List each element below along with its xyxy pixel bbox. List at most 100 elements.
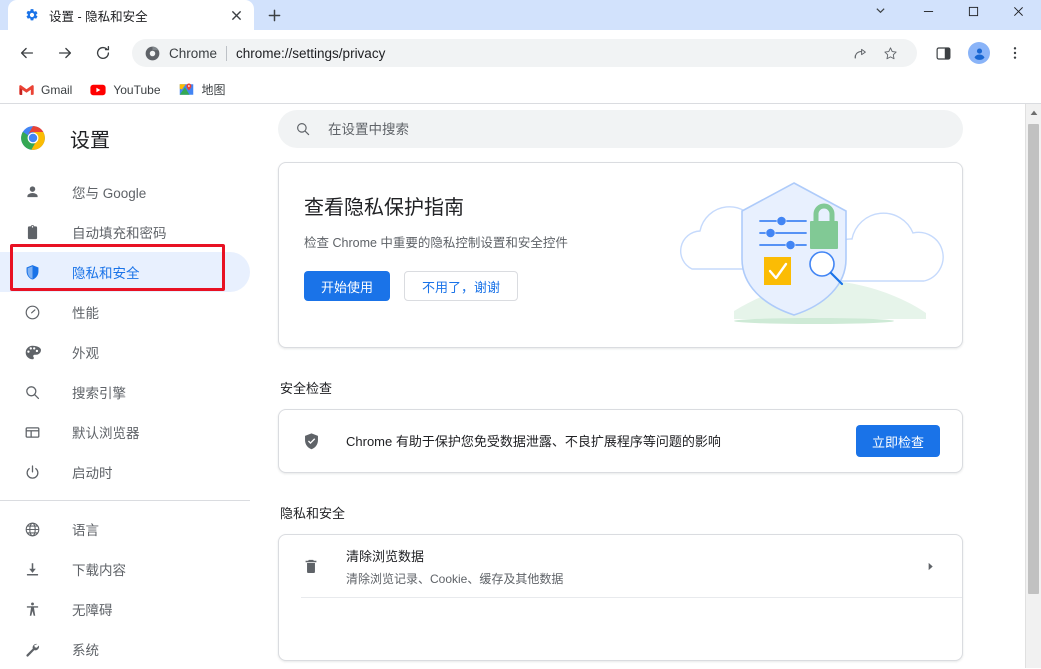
sidebar-item-languages[interactable]: 语言 — [0, 509, 250, 549]
next-row-partial[interactable] — [279, 598, 962, 660]
bookmark-youtube[interactable]: YouTube — [82, 79, 168, 101]
close-icon[interactable] — [226, 5, 246, 25]
sidebar-item-privacy-and-security[interactable]: 隐私和安全 — [0, 252, 250, 292]
sidebar-item-label: 无障碍 — [72, 603, 113, 618]
minimize-button[interactable] — [906, 0, 951, 22]
safety-check-card: Chrome 有助于保护您免受数据泄露、不良扩展程序等问题的影响 立即检查 — [278, 409, 963, 473]
omnibox-scheme-label: Chrome — [169, 45, 218, 61]
sidebar-nav-secondary: 语言 下载内容 无障碍 系统 — [0, 509, 250, 668]
settings-scroll-area: 查看隐私保护指南 检查 Chrome 中重要的隐私控制设置和安全控件 开始使用 … — [250, 154, 1041, 668]
share-icon[interactable] — [847, 40, 873, 66]
row-subtitle: 清除浏览记录、Cookie、缓存及其他数据 — [346, 571, 564, 586]
sidebar-item-search-engine[interactable]: 搜索引擎 — [0, 372, 250, 412]
sidebar-item-label: 隐私和安全 — [72, 266, 140, 281]
search-settings-box[interactable] — [278, 110, 963, 148]
clear-browsing-data-row[interactable]: 清除浏览数据 清除浏览记录、Cookie、缓存及其他数据 — [279, 535, 962, 597]
search-icon — [22, 382, 42, 402]
no-thanks-button[interactable]: 不用了，谢谢 — [404, 271, 519, 301]
maps-icon — [179, 82, 195, 98]
toolbar-right-actions — [925, 39, 1033, 67]
speedometer-icon — [22, 302, 42, 322]
sidebar-item-autofill[interactable]: 自动填充和密码 — [0, 212, 250, 252]
close-window-button[interactable] — [996, 0, 1041, 22]
sidebar-item-accessibility[interactable]: 无障碍 — [0, 589, 250, 629]
promo-subtitle: 检查 Chrome 中重要的隐私控制设置和安全控件 — [304, 236, 568, 250]
profile-avatar[interactable] — [965, 39, 993, 67]
check-now-button[interactable]: 立即检查 — [855, 425, 940, 457]
star-icon[interactable] — [877, 40, 903, 66]
trash-icon — [301, 556, 321, 576]
bookmark-label: Gmail — [41, 82, 73, 97]
window-controls — [906, 0, 1041, 22]
sidebar-item-you-and-google[interactable]: 您与 Google — [0, 172, 250, 212]
clipboard-icon — [22, 222, 42, 242]
omnibox-url-text: chrome://settings/privacy — [236, 45, 386, 61]
sidebar-item-label: 搜索引擎 — [72, 386, 126, 401]
person-icon — [22, 182, 42, 202]
address-bar[interactable]: Chrome chrome://settings/privacy — [132, 39, 917, 67]
forward-icon[interactable] — [50, 38, 80, 68]
promo-buttons: 开始使用 不用了，谢谢 — [304, 271, 662, 301]
sidebar-item-label: 语言 — [72, 523, 99, 538]
clear-browsing-data-body: 清除浏览数据 清除浏览记录、Cookie、缓存及其他数据 — [346, 546, 920, 587]
gmail-icon — [18, 82, 34, 98]
bookmark-gmail[interactable]: Gmail — [10, 79, 80, 101]
sidebar-item-on-startup[interactable]: 启动时 — [0, 452, 250, 492]
sidebar-divider — [0, 500, 250, 501]
sidebar-item-system[interactable]: 系统 — [0, 629, 250, 668]
sidebar-item-label: 自动填充和密码 — [72, 226, 167, 241]
safety-check-body: Chrome 有助于保护您免受数据泄露、不良扩展程序等问题的影响 — [346, 431, 840, 451]
bookmarks-bar: Gmail YouTube 地图 — [0, 76, 1041, 104]
scrollbar-thumb[interactable] — [1028, 124, 1039, 594]
row-title: 清除浏览数据 — [346, 548, 425, 564]
safety-check-row[interactable]: Chrome 有助于保护您免受数据泄露、不良扩展程序等问题的影响 立即检查 — [279, 410, 962, 472]
sidebar-item-label: 您与 Google — [72, 186, 147, 201]
sidebar-nav-primary: 您与 Google 自动填充和密码 隐私和安全 性能 外观 搜索引擎 默认浏览器… — [0, 164, 250, 492]
wrench-icon — [22, 639, 42, 659]
reload-icon[interactable] — [88, 38, 118, 68]
sidebar-item-label: 外观 — [72, 346, 99, 361]
settings-content: 查看隐私保护指南 检查 Chrome 中重要的隐私控制设置和安全控件 开始使用 … — [250, 104, 1041, 668]
get-started-button[interactable]: 开始使用 — [304, 271, 391, 301]
chrome-menu-icon[interactable] — [1001, 39, 1029, 67]
sidebar-item-performance[interactable]: 性能 — [0, 292, 250, 332]
tab-title: 设置 - 隐私和安全 — [49, 9, 148, 24]
chrome-logo-icon — [144, 45, 160, 61]
omnibox-actions — [845, 39, 905, 67]
page-title: 设置 — [70, 129, 110, 152]
back-icon[interactable] — [12, 38, 42, 68]
download-icon — [22, 559, 42, 579]
chevron-down-icon[interactable] — [866, 0, 894, 20]
promo-text-block: 查看隐私保护指南 检查 Chrome 中重要的隐私控制设置和安全控件 开始使用 … — [279, 163, 662, 347]
privacy-guide-promo-card: 查看隐私保护指南 检查 Chrome 中重要的隐私控制设置和安全控件 开始使用 … — [278, 162, 963, 348]
shield-icon — [22, 262, 42, 282]
safety-check-description: Chrome 有助于保护您免受数据泄露、不良扩展程序等问题的影响 — [346, 434, 721, 449]
accessibility-icon — [22, 599, 42, 619]
chrome-logo-icon — [20, 125, 46, 151]
avatar — [968, 42, 990, 64]
safety-check-section-title: 安全检查 — [280, 381, 333, 396]
privacy-settings-card: 清除浏览数据 清除浏览记录、Cookie、缓存及其他数据 — [278, 534, 963, 661]
sidebar-item-downloads[interactable]: 下载内容 — [0, 549, 250, 589]
settings-gear-icon — [24, 7, 40, 23]
sidebar-item-default-browser[interactable]: 默认浏览器 — [0, 412, 250, 452]
maximize-button[interactable] — [951, 0, 996, 22]
privacy-section-title: 隐私和安全 — [280, 506, 346, 521]
bookmark-maps[interactable]: 地图 — [171, 79, 234, 101]
sidebar-item-appearance[interactable]: 外观 — [0, 332, 250, 372]
sidebar-item-label: 性能 — [72, 306, 99, 321]
tab-strip: 设置 - 隐私和安全 — [0, 0, 1041, 30]
sidebar-item-label: 系统 — [72, 643, 99, 658]
sidebar-item-label: 启动时 — [72, 466, 113, 481]
search-input[interactable] — [328, 121, 947, 137]
vertical-scrollbar[interactable] — [1025, 104, 1041, 668]
chevron-right-icon — [920, 556, 940, 576]
browser-window-icon — [22, 422, 42, 442]
side-panel-icon[interactable] — [929, 39, 957, 67]
new-tab-button[interactable] — [260, 1, 288, 29]
promo-title: 查看隐私保护指南 — [304, 197, 464, 219]
tab-settings-privacy[interactable]: 设置 - 隐私和安全 — [8, 0, 254, 30]
sidebar-item-label: 下载内容 — [72, 563, 126, 578]
scroll-up-arrow-icon[interactable] — [1026, 104, 1041, 121]
sidebar-item-label: 默认浏览器 — [72, 426, 140, 441]
